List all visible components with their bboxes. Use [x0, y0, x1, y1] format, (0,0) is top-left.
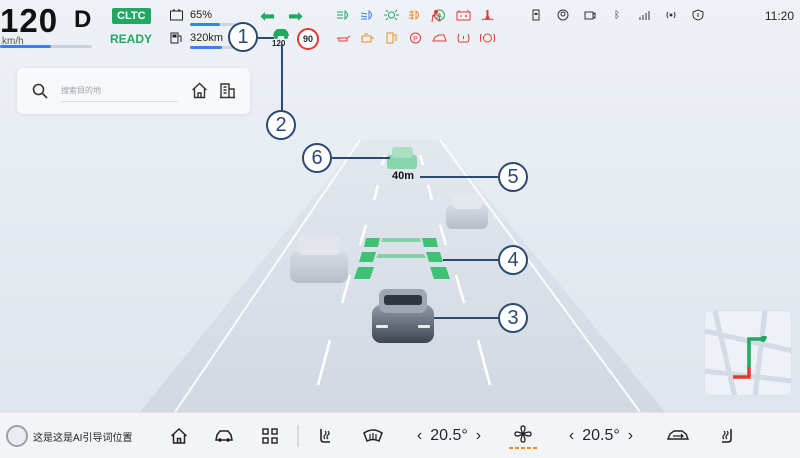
range-bar [190, 46, 236, 49]
svg-text:P: P [413, 36, 418, 43]
fan-control[interactable] [506, 413, 540, 458]
usb-icon [530, 9, 542, 21]
position-lamp-icon [384, 9, 399, 21]
callout-3: 3 [498, 303, 528, 333]
fan-level-indicator [509, 446, 537, 449]
air-circulation-icon[interactable] [665, 413, 691, 458]
temp-right-decrease[interactable]: ‹ [569, 427, 574, 445]
clock: 11:20 [764, 9, 794, 23]
vehicle-right [446, 194, 488, 229]
battery-fault-icon [456, 9, 471, 21]
fan-icon [514, 424, 532, 443]
destination-search-input[interactable] [61, 80, 178, 102]
ready-status: READY [110, 32, 153, 46]
speed-bar [0, 45, 92, 48]
battery-icon [170, 9, 183, 21]
passenger-temp-control[interactable]: ‹ 20.5° › [557, 413, 645, 458]
dashcam-icon [584, 9, 596, 21]
callout-4-leader [443, 259, 498, 261]
range-value: 320km [190, 32, 224, 44]
ai-assistant-orb[interactable] [4, 413, 30, 458]
battery-bar [190, 23, 236, 26]
callout-6-leader [332, 157, 390, 159]
driver-temp-control[interactable]: ‹ 20.5° › [405, 413, 493, 458]
apps-grid-icon[interactable] [259, 413, 281, 458]
temp-right-increase[interactable]: › [628, 427, 633, 445]
mini-map-graphic [705, 311, 791, 395]
tire-pressure-icon [456, 32, 471, 44]
bluetooth-icon: ᛒ [614, 9, 620, 21]
dock-divider [297, 425, 299, 447]
fuel-warning-icon [384, 32, 399, 44]
speed-readout: 120 [0, 2, 59, 39]
company-icon[interactable] [219, 82, 236, 99]
temp-left-increase[interactable]: › [476, 427, 481, 445]
turn-right-icon: ➡ [288, 6, 304, 26]
callout-5: 5 [498, 162, 528, 192]
callout-1-leader [258, 37, 274, 39]
mini-map[interactable] [704, 310, 792, 396]
indicator-row-red: P [336, 32, 495, 44]
system-status-bar: ᛒ [530, 9, 704, 21]
high-beam-icon [336, 9, 351, 21]
door-open-icon [432, 32, 447, 44]
seatbelt-icon [430, 9, 442, 23]
acc-car-icon [273, 29, 289, 39]
callout-6: 6 [302, 143, 332, 173]
dock-home-icon[interactable] [168, 413, 190, 458]
engine-check-icon [360, 32, 375, 44]
oil-pressure-icon [336, 32, 351, 44]
windshield-defrost-icon[interactable] [360, 413, 386, 458]
user-icon [557, 9, 569, 21]
bottom-dock: 这是这是AI引导词位置 ‹ 20.5° › ‹ 20.5° › [0, 412, 800, 458]
passenger-temp-value: 20.5° [582, 427, 620, 444]
destination-search-card [17, 68, 250, 114]
fog-lamp-icon [408, 9, 423, 21]
fuel-pump-icon [170, 32, 182, 44]
abs-icon [480, 32, 495, 44]
callout-2-leader [281, 44, 283, 110]
indicator-row-green: A [336, 9, 495, 21]
vehicle-left [290, 235, 348, 283]
speed-limit-sign: 90 [297, 28, 319, 50]
vehicle-icon[interactable] [213, 413, 235, 458]
range-mode-badge: CLTC [112, 8, 151, 24]
search-icon[interactable] [32, 83, 48, 99]
wifi-icon [665, 9, 677, 21]
low-beam-icon [360, 9, 375, 21]
battery-percent: 65% [190, 9, 213, 21]
ai-prompt-text: 这是这是AI引导词位置 [33, 432, 133, 444]
temp-left-decrease[interactable]: ‹ [417, 427, 422, 445]
coolant-temp-icon [480, 9, 495, 21]
lead-distance-label: 40m [392, 170, 415, 182]
driver-temp-value: 20.5° [430, 427, 468, 444]
seat-heat-left-icon[interactable] [315, 413, 337, 458]
callout-3-leader [434, 317, 498, 319]
seat-heat-right-icon[interactable] [715, 413, 737, 458]
parking-brake-icon: P [408, 32, 423, 44]
callout-5-leader [420, 176, 498, 178]
acc-set-speed: 120 [272, 39, 286, 48]
shield-icon [692, 9, 704, 21]
callout-4: 4 [498, 245, 528, 275]
callout-2: 2 [266, 110, 296, 140]
ego-vehicle [372, 289, 434, 343]
turn-left-icon: ⬅ [260, 6, 276, 26]
gear-indicator: D [74, 6, 92, 33]
signal-icon [638, 9, 650, 21]
callout-1: 1 [228, 22, 258, 52]
home-icon[interactable] [191, 82, 208, 99]
